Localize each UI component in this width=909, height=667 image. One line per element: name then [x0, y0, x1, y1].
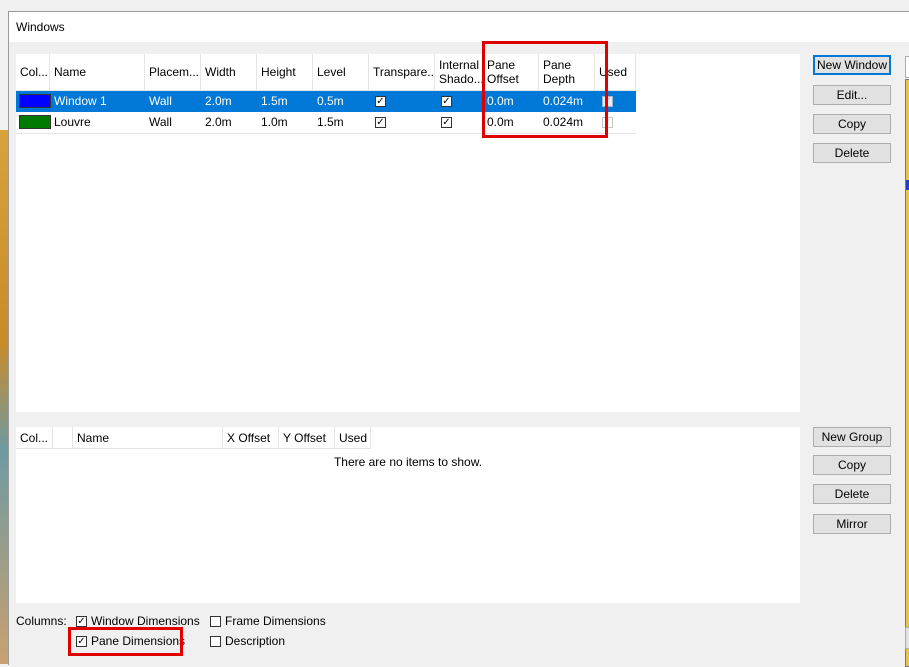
- new-group-button[interactable]: New Group: [813, 427, 891, 447]
- windows-dialog: Windows Col... Name Placem... Width Heig…: [8, 11, 909, 667]
- row-height: 1.5m: [261, 94, 288, 108]
- row-width: 2.0m: [205, 94, 232, 108]
- pane-dimensions-highlight: [68, 627, 183, 656]
- group-col-header-blank[interactable]: [53, 427, 73, 448]
- group-col-header-y-offset[interactable]: Y Offset: [279, 427, 335, 448]
- row-placement: Wall: [149, 115, 172, 129]
- frame-dimensions-checkbox[interactable]: [210, 615, 221, 627]
- col-header-placement[interactable]: Placem...: [145, 54, 201, 90]
- row-height: 1.0m: [261, 115, 288, 129]
- description-label: Description: [225, 634, 286, 648]
- window-dimensions-checkbox[interactable]: ✓: [76, 615, 87, 627]
- windows-list[interactable]: Col... Name Placem... Width Height Level…: [16, 54, 800, 412]
- frame-dimensions-label: Frame Dimensions: [225, 614, 326, 628]
- delete-window-button[interactable]: Delete: [813, 143, 891, 163]
- description-checkbox[interactable]: [210, 635, 221, 647]
- col-header-level[interactable]: Level: [313, 54, 369, 90]
- title-bar: Windows: [9, 12, 909, 42]
- row-width: 2.0m: [205, 115, 232, 129]
- frame-dimensions-option[interactable]: Frame Dimensions: [210, 613, 326, 629]
- group-col-header-x-offset[interactable]: X Offset: [223, 427, 279, 448]
- row-name: Louvre: [54, 115, 91, 129]
- pane-columns-highlight: [482, 41, 608, 138]
- row-level: 0.5m: [317, 94, 344, 108]
- background-model-left: [0, 130, 8, 664]
- color-swatch: [19, 94, 51, 108]
- side-preview: [905, 79, 909, 667]
- col-header-width[interactable]: Width: [201, 54, 257, 90]
- groups-list-header: Col... Name X Offset Y Offset Used: [16, 427, 371, 449]
- col-header-internal-shadow[interactable]: Internal Shado...: [435, 54, 483, 90]
- group-col-header-color[interactable]: Col...: [16, 427, 53, 448]
- internal-shadow-checkbox[interactable]: ✓: [441, 96, 452, 107]
- window-dimensions-label: Window Dimensions: [91, 614, 200, 628]
- empty-message: There are no items to show.: [333, 455, 483, 469]
- side-button-bottom[interactable]: [905, 627, 909, 649]
- copy-group-button[interactable]: Copy: [813, 455, 891, 475]
- copy-window-button[interactable]: Copy: [813, 114, 891, 134]
- color-swatch: [19, 115, 51, 129]
- col-header-transparent[interactable]: Transpare...: [369, 54, 435, 90]
- internal-shadow-checkbox[interactable]: ✓: [441, 117, 452, 128]
- edit-button[interactable]: Edit...: [813, 85, 891, 105]
- dialog-title: Windows: [16, 20, 65, 34]
- row-name: Window 1: [54, 94, 107, 108]
- delete-group-button[interactable]: Delete: [813, 484, 891, 504]
- col-header-color[interactable]: Col...: [16, 54, 50, 90]
- side-button-top[interactable]: [905, 56, 909, 78]
- group-col-header-name[interactable]: Name: [73, 427, 223, 448]
- transparent-checkbox[interactable]: ✓: [375, 96, 386, 107]
- columns-label: Columns:: [16, 614, 67, 628]
- row-placement: Wall: [149, 94, 172, 108]
- description-option[interactable]: Description: [210, 633, 285, 649]
- col-header-name[interactable]: Name: [50, 54, 145, 90]
- transparent-checkbox[interactable]: ✓: [375, 117, 386, 128]
- row-level: 1.5m: [317, 115, 344, 129]
- col-header-height[interactable]: Height: [257, 54, 313, 90]
- groups-list[interactable]: Col... Name X Offset Y Offset Used There…: [16, 427, 800, 603]
- group-col-header-used[interactable]: Used: [335, 427, 371, 448]
- mirror-button[interactable]: Mirror: [813, 514, 891, 534]
- new-window-button[interactable]: New Window: [813, 55, 891, 75]
